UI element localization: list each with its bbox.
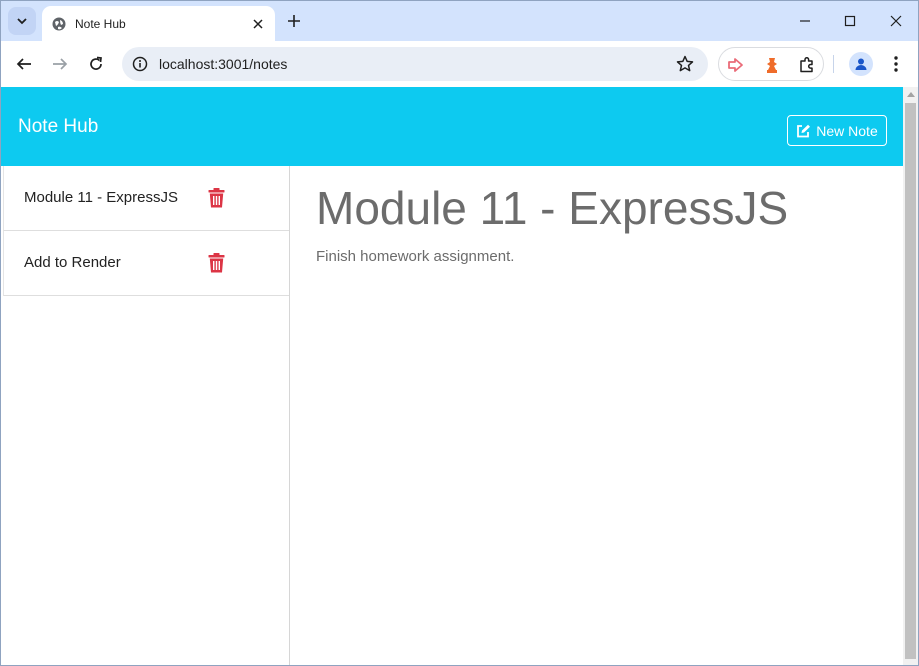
extensions-area bbox=[718, 47, 824, 81]
kebab-menu-icon bbox=[894, 56, 898, 72]
close-window-button[interactable] bbox=[884, 9, 908, 33]
extension-chess-icon[interactable] bbox=[762, 55, 782, 75]
new-note-button[interactable]: New Note bbox=[787, 115, 887, 146]
reload-button[interactable] bbox=[84, 52, 108, 76]
list-item[interactable]: Add to Render bbox=[3, 231, 289, 296]
url-text[interactable]: localhost:3001/notes bbox=[159, 56, 287, 72]
notes-list: Module 11 - ExpressJS Add to Render bbox=[1, 166, 290, 665]
note-title: Add to Render bbox=[24, 254, 121, 271]
note-title: Module 11 - ExpressJS bbox=[24, 189, 178, 206]
trash-icon bbox=[208, 187, 224, 207]
chevron-down-icon bbox=[17, 18, 27, 25]
plus-icon bbox=[288, 15, 300, 27]
star-icon[interactable] bbox=[675, 54, 695, 74]
browser-tab[interactable]: Note Hub bbox=[42, 6, 275, 41]
tab-search-button[interactable] bbox=[8, 7, 36, 35]
back-button[interactable] bbox=[12, 52, 36, 76]
close-icon bbox=[253, 18, 263, 29]
info-icon[interactable] bbox=[131, 55, 149, 73]
note-text-input[interactable]: Finish homework assignment. bbox=[316, 248, 514, 265]
tab-strip: Note Hub bbox=[1, 1, 918, 41]
list-item[interactable]: Module 11 - ExpressJS bbox=[3, 166, 289, 231]
new-note-label: New Note bbox=[816, 122, 878, 139]
reload-icon bbox=[90, 56, 102, 70]
delete-note-button[interactable] bbox=[207, 187, 225, 208]
globe-icon bbox=[52, 17, 66, 31]
browser-toolbar: localhost:3001/notes bbox=[1, 41, 918, 87]
tab-title: Note Hub bbox=[75, 16, 126, 31]
page-scrollbar[interactable] bbox=[903, 87, 918, 665]
browser-window: Note Hub localhost:3001/notes Note Hub N… bbox=[0, 0, 919, 666]
close-tab-button[interactable] bbox=[248, 14, 268, 34]
maximize-button[interactable] bbox=[838, 9, 862, 33]
pencil-square-icon bbox=[797, 124, 811, 137]
maximize-icon bbox=[844, 15, 856, 27]
close-icon bbox=[890, 15, 902, 27]
note-title-input[interactable]: Module 11 - ExpressJS bbox=[316, 181, 788, 235]
forward-arrow-icon bbox=[53, 58, 68, 70]
trash-icon bbox=[208, 252, 224, 272]
back-arrow-icon bbox=[16, 58, 31, 70]
note-editor: Module 11 - ExpressJS Finish homework as… bbox=[290, 166, 903, 665]
toolbar-divider bbox=[833, 55, 834, 73]
app-brand[interactable]: Note Hub bbox=[18, 116, 98, 138]
minimize-icon bbox=[800, 20, 810, 22]
page-viewport: Note Hub New Note Module 11 - ExpressJS … bbox=[1, 87, 903, 665]
extension-arrow-icon[interactable] bbox=[726, 55, 746, 75]
scroll-up-arrow-icon[interactable] bbox=[907, 92, 915, 97]
new-tab-button[interactable] bbox=[284, 11, 304, 31]
app-navbar: Note Hub New Note bbox=[1, 87, 903, 166]
minimize-button[interactable] bbox=[793, 9, 817, 33]
person-icon bbox=[855, 58, 867, 70]
delete-note-button[interactable] bbox=[207, 252, 225, 273]
profile-button[interactable] bbox=[849, 52, 873, 76]
scrollbar-thumb[interactable] bbox=[905, 103, 916, 659]
puzzle-icon[interactable] bbox=[797, 55, 817, 75]
address-bar[interactable]: localhost:3001/notes bbox=[122, 47, 708, 81]
browser-menu-button[interactable] bbox=[886, 52, 906, 76]
forward-button[interactable] bbox=[48, 52, 72, 76]
